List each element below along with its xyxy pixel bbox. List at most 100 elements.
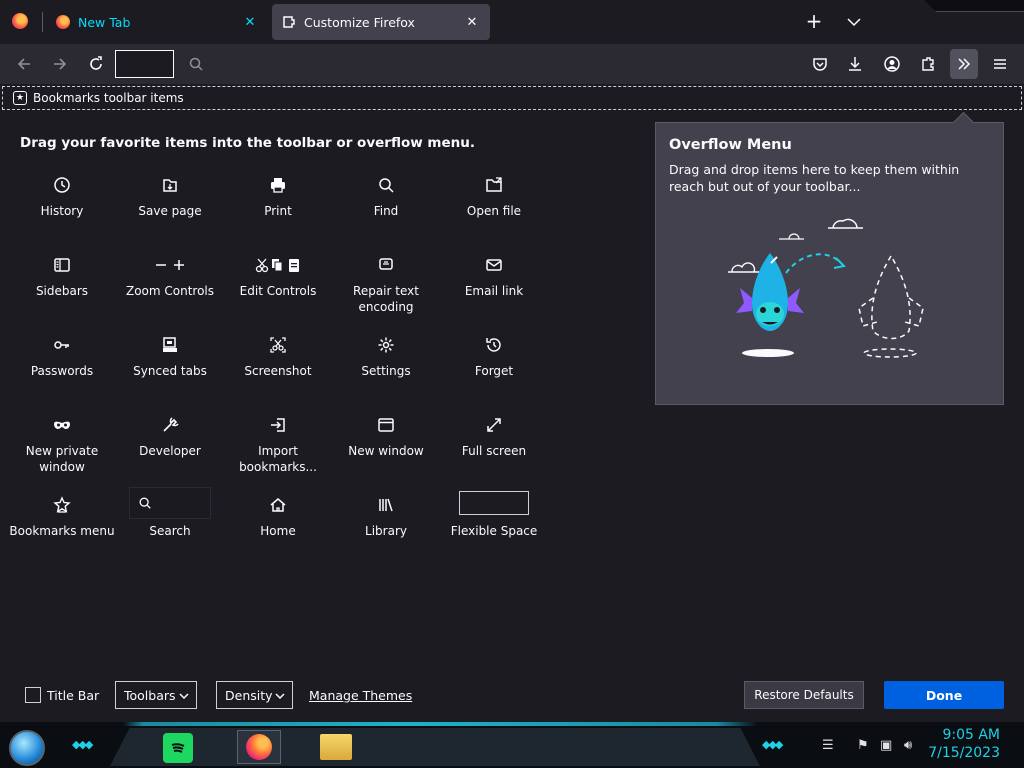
close-icon[interactable]: ✕ [240, 15, 260, 30]
palette-item-home[interactable]: Home [224, 495, 332, 575]
palette-item-print[interactable]: Print [224, 175, 332, 255]
synced-tabs-icon [160, 335, 180, 355]
decoration-chevrons-icon: ◆◆◆ [762, 738, 783, 751]
palette-item-full-screen[interactable]: Full screen [440, 415, 548, 495]
density-dropdown[interactable]: Density [216, 681, 293, 709]
firefox-icon [56, 15, 70, 29]
decoration-chevrons-icon: ◆◆◆ [72, 738, 93, 751]
tray-overflow-icon[interactable]: ☰ [822, 738, 834, 753]
zoom-icon [150, 255, 190, 275]
search-icon[interactable] [184, 52, 208, 76]
manage-themes-link[interactable]: Manage Themes [309, 688, 412, 703]
palette-item-screenshot[interactable]: Screenshot [224, 335, 332, 415]
palette-item-search[interactable]: Search [116, 487, 224, 575]
item-label: Library [365, 524, 407, 538]
palette-item-forget[interactable]: Forget [440, 335, 548, 415]
item-label: New window [348, 444, 424, 458]
palette-item-history[interactable]: History [8, 175, 116, 255]
tab-separator [42, 12, 43, 32]
palette-item-find[interactable]: Find [332, 175, 440, 255]
flexible-space-preview [459, 491, 529, 515]
close-icon[interactable]: ✕ [462, 15, 482, 30]
restore-defaults-button[interactable]: Restore Defaults [744, 681, 864, 709]
palette-item-developer[interactable]: Developer [116, 415, 224, 495]
taskbar-clock[interactable]: 9:05 AM 7/15/2023 [928, 726, 1000, 762]
palette-item-zoom-controls[interactable]: Zoom Controls [116, 255, 224, 335]
double-chevron-right-icon[interactable] [952, 52, 976, 76]
palette-item-settings[interactable]: Settings [332, 335, 440, 415]
palette-item-repair-text-encoding[interactable]: Repair text encoding [332, 255, 440, 335]
density-label: Density [225, 687, 273, 703]
item-label: Sidebars [35, 284, 89, 298]
item-label: Email link [464, 284, 524, 298]
reload-icon[interactable] [84, 52, 108, 76]
hamburger-menu-icon[interactable] [988, 52, 1012, 76]
download-icon[interactable] [843, 52, 867, 76]
bookmarks-toolbar[interactable]: ★ Bookmarks toolbar items [2, 86, 1022, 110]
title-bar-checkbox[interactable] [25, 687, 41, 703]
item-label: Print [264, 204, 292, 218]
magnifier-icon [376, 175, 396, 195]
palette-item-import-bookmarks[interactable]: Import bookmarks... [224, 415, 332, 495]
overflow-menu-panel[interactable]: Overflow Menu Drag and drop items here t… [655, 122, 1004, 405]
file-explorer-icon[interactable] [320, 734, 352, 760]
palette-item-email-link[interactable]: Email link [440, 255, 548, 335]
toolbars-dropdown[interactable]: Toolbars [115, 681, 197, 709]
tab-customize-firefox[interactable]: Customize Firefox ✕ [272, 4, 490, 40]
account-icon[interactable] [880, 52, 904, 76]
bookmarks-toolbar-label: Bookmarks toolbar items [33, 91, 184, 105]
palette-item-synced-tabs[interactable]: Synced tabs [116, 335, 224, 415]
palette-item-new-window[interactable]: New window [332, 415, 440, 495]
chevron-down-icon[interactable] [843, 11, 865, 33]
item-label: Find [373, 204, 399, 218]
palette-item-passwords[interactable]: Passwords [8, 335, 116, 415]
done-button[interactable]: Done [884, 681, 1004, 709]
palette-item-new-private-window[interactable]: New private window [8, 415, 116, 495]
gear-icon [376, 335, 396, 355]
taskbar: ◆◆◆ ◆◆◆ ☰ ⚑ ▣ 🔊︎ 9:05 AM 7/15/2023 [0, 722, 1024, 768]
palette-item-open-file[interactable]: Open file [440, 175, 548, 255]
item-label: History [40, 204, 84, 218]
customize-footer: Title Bar Toolbars Density Manage Themes… [0, 680, 1024, 712]
item-label: Zoom Controls [125, 284, 215, 298]
extensions-icon[interactable] [916, 52, 940, 76]
library-icon [376, 495, 396, 515]
palette-item-flexible-space[interactable]: Flexible Space [440, 491, 548, 575]
item-label: Passwords [30, 364, 94, 378]
new-tab-plus-icon[interactable]: + [803, 10, 825, 32]
palette-item-bookmarks-menu[interactable]: Bookmarks menu [8, 495, 116, 575]
back-arrow-icon[interactable] [12, 52, 36, 76]
firefox-taskbar-icon[interactable] [237, 730, 281, 764]
overflow-menu-title: Overflow Menu [669, 137, 792, 153]
palette-item-edit-controls[interactable]: Edit Controls [224, 255, 332, 335]
flag-icon[interactable]: ⚑ [857, 738, 869, 753]
network-icon[interactable]: ▣ [880, 738, 892, 753]
edit-icon [253, 255, 303, 275]
sidebar-icon [52, 255, 72, 275]
start-button-icon[interactable] [9, 730, 45, 766]
import-icon [268, 415, 288, 435]
palette-item-library[interactable]: Library [332, 495, 440, 575]
title-bar-label[interactable]: Title Bar [47, 688, 99, 703]
firefox-view-icon[interactable] [12, 13, 28, 29]
forward-arrow-icon[interactable] [48, 52, 72, 76]
palette-item-save-page[interactable]: Save page [116, 175, 224, 255]
item-label: Settings [361, 364, 411, 378]
clock-icon [52, 175, 72, 195]
item-label: Screenshot [244, 364, 312, 378]
palette-item-sidebars[interactable]: Sidebars [8, 255, 116, 335]
spotify-icon[interactable] [163, 733, 193, 763]
clock-time: 9:05 AM [942, 727, 1000, 743]
home-icon [268, 495, 288, 515]
item-label: Repair text encoding [353, 284, 419, 314]
tab-new-tab[interactable]: New Tab ✕ [46, 4, 268, 40]
url-bar[interactable] [115, 50, 174, 78]
volume-icon[interactable]: 🔊︎ [904, 738, 912, 753]
tab-strip: New Tab ✕ Customize Firefox ✕ + [0, 0, 1024, 44]
star-icon [52, 495, 72, 515]
overflow-illustration [728, 218, 924, 358]
taskbar-frame [110, 728, 760, 766]
open-file-icon [484, 175, 504, 195]
item-label: Bookmarks menu [9, 524, 115, 538]
pocket-icon[interactable] [808, 52, 832, 76]
